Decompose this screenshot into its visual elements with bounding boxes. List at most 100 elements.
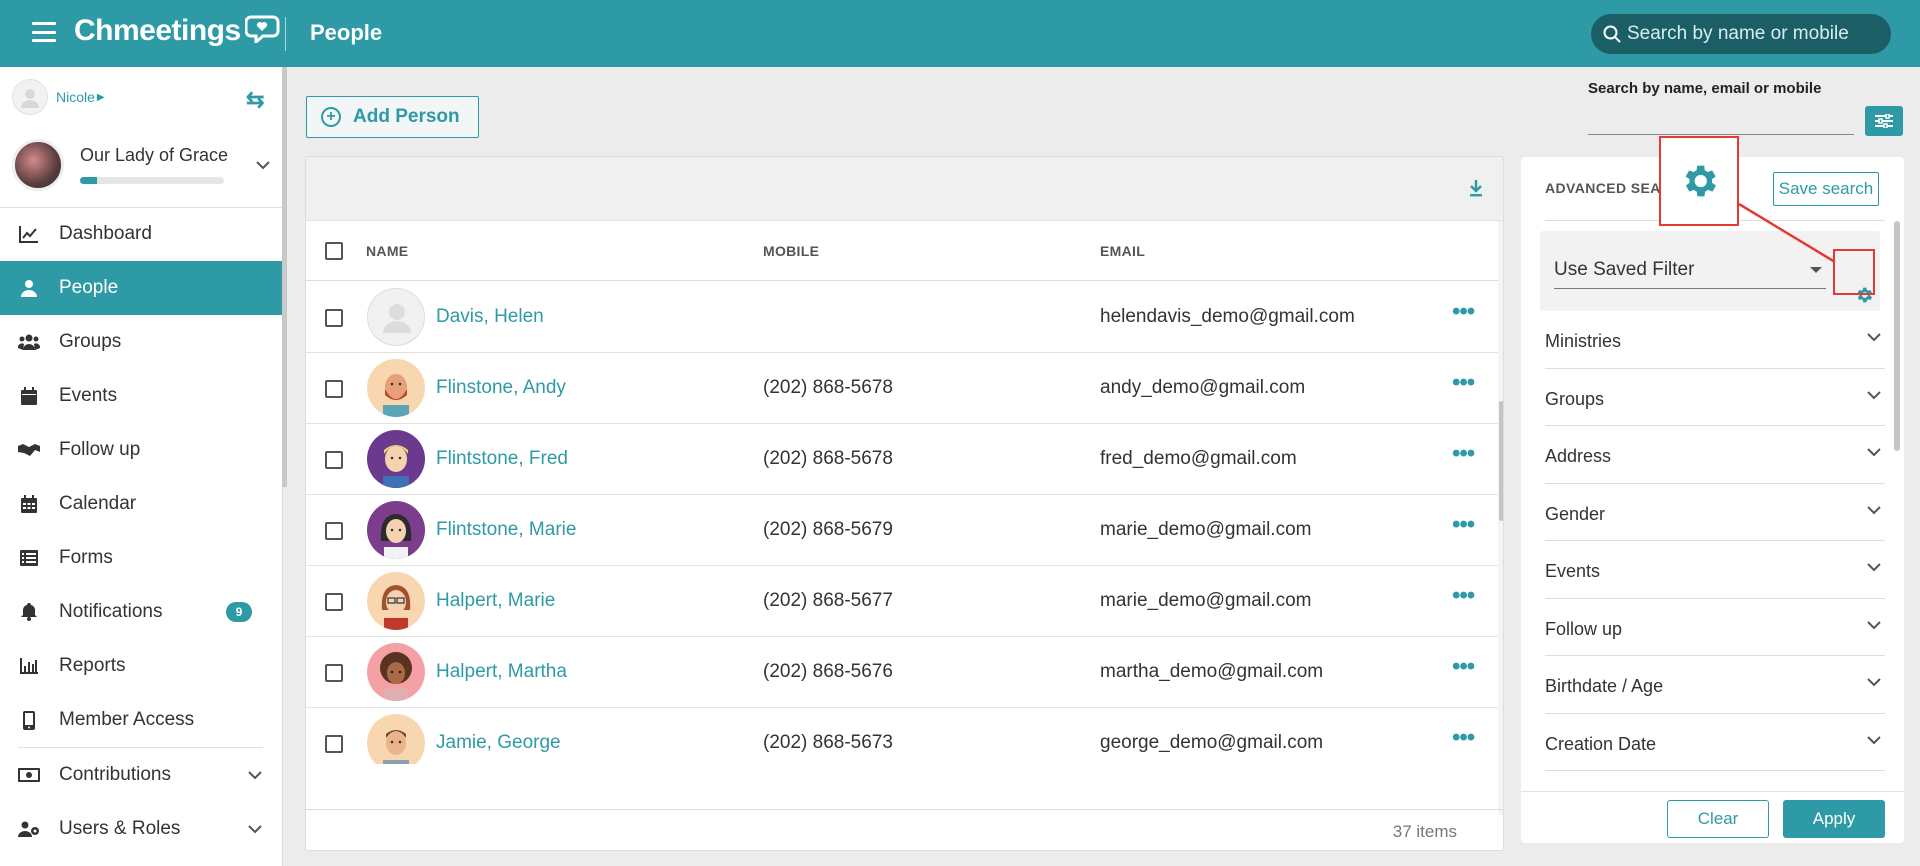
- filter-label: Birthdate / Age: [1545, 676, 1664, 696]
- person-name-link[interactable]: Halpert, Marie: [436, 590, 555, 612]
- filter-groups[interactable]: Groups: [1545, 369, 1885, 426]
- saved-filter-box: Use Saved Filter: [1540, 231, 1880, 311]
- sidebar-item-member-access[interactable]: Member Access: [0, 693, 283, 747]
- row-checkbox[interactable]: [325, 380, 343, 398]
- add-person-button[interactable]: + Add Person: [306, 96, 479, 138]
- filter-address[interactable]: Address: [1545, 426, 1885, 484]
- filter-follow-up[interactable]: Follow up: [1545, 599, 1885, 656]
- table-row[interactable]: Flintstone, Fred (202) 868-5678 fred_dem…: [306, 424, 1498, 495]
- sidebar-item-label: Calendar: [59, 493, 137, 514]
- sidebar-item-forms[interactable]: Forms: [0, 531, 283, 585]
- row-checkbox[interactable]: [325, 451, 343, 469]
- table-row[interactable]: Flintstone, Marie (202) 868-5679 marie_d…: [306, 495, 1498, 566]
- top-search-box[interactable]: [1591, 14, 1891, 54]
- user-menu[interactable]: Nicole ▶: [12, 79, 105, 115]
- table-row[interactable]: Jamie, George (202) 868-5673 george_demo…: [306, 708, 1498, 764]
- person-name-link[interactable]: Halpert, Martha: [436, 661, 567, 683]
- row-checkbox[interactable]: [325, 664, 343, 682]
- table-scrollbar[interactable]: [1498, 221, 1503, 815]
- app-logo[interactable]: Chmeetings: [74, 14, 281, 48]
- hamburger-menu-icon[interactable]: [32, 22, 56, 42]
- switch-icon[interactable]: ⇆: [246, 87, 264, 113]
- chevron-down-icon: [1867, 678, 1881, 687]
- person-email: marie_demo@gmail.com: [1100, 590, 1312, 611]
- sidebar-item-users-roles[interactable]: Users & Roles: [0, 802, 283, 856]
- more-options-icon[interactable]: •••: [1452, 369, 1475, 397]
- table-row[interactable]: Halpert, Marie (202) 868-5677 marie_demo…: [306, 566, 1498, 637]
- mobile-icon: [18, 709, 40, 731]
- person-name-link[interactable]: Jamie, George: [436, 732, 561, 754]
- more-options-icon[interactable]: •••: [1452, 582, 1475, 610]
- filter-settings-button[interactable]: [1865, 106, 1903, 136]
- table-footer: 37 items: [306, 809, 1503, 850]
- row-checkbox[interactable]: [325, 309, 343, 327]
- sidebar-scrollbar[interactable]: [282, 67, 287, 487]
- chevron-down-icon: [1867, 448, 1881, 457]
- person-email: helendavis_demo@gmail.com: [1100, 306, 1355, 327]
- advanced-search-title: ADVANCED SEA: [1545, 180, 1661, 196]
- chart-line-icon: [18, 223, 40, 245]
- org-progress-fill: [80, 177, 98, 184]
- money-icon: [18, 764, 40, 786]
- more-options-icon[interactable]: •••: [1452, 653, 1475, 681]
- sidebar-item-label: Groups: [59, 331, 122, 352]
- topbar-divider: [285, 17, 286, 51]
- organization-selector[interactable]: Our Lady of Grace: [12, 139, 277, 199]
- person-name-link[interactable]: Flinstone, Andy: [436, 377, 566, 399]
- person-email: marie_demo@gmail.com: [1100, 519, 1312, 540]
- sidebar-item-contributions[interactable]: Contributions: [0, 748, 283, 802]
- apply-button[interactable]: Apply: [1783, 800, 1885, 838]
- download-icon[interactable]: [1469, 179, 1483, 197]
- chevron-down-icon[interactable]: [256, 153, 270, 176]
- sidebar-item-follow-up[interactable]: Follow up: [0, 423, 283, 477]
- person-name-link[interactable]: Flintstone, Marie: [436, 519, 576, 541]
- filter-ministries[interactable]: Ministries: [1545, 311, 1885, 369]
- column-header-mobile[interactable]: MOBILE: [763, 243, 819, 259]
- filter-events[interactable]: Events: [1545, 541, 1885, 599]
- table-row[interactable]: Flinstone, Andy (202) 868-5678 andy_demo…: [306, 353, 1498, 424]
- sidebar-item-people[interactable]: People: [0, 261, 283, 315]
- column-header-email[interactable]: EMAIL: [1100, 243, 1145, 259]
- more-options-icon[interactable]: •••: [1452, 511, 1475, 539]
- filter-creation-date[interactable]: Creation Date: [1545, 714, 1885, 771]
- row-checkbox[interactable]: [325, 522, 343, 540]
- person-name-link[interactable]: Flintstone, Fred: [436, 448, 568, 470]
- sidebar-item-label: Follow up: [59, 439, 141, 460]
- person-name-link[interactable]: Davis, Helen: [436, 306, 544, 328]
- select-all-checkbox[interactable]: [325, 242, 343, 260]
- top-search-input[interactable]: [1627, 23, 1877, 45]
- filter-label: Events: [1545, 561, 1601, 581]
- table-row[interactable]: Davis, Helen helendavis_demo@gmail.com •…: [306, 282, 1498, 353]
- saved-filter-dropdown[interactable]: Use Saved Filter: [1554, 257, 1826, 289]
- sidebar-item-calendar[interactable]: Calendar: [0, 477, 283, 531]
- sidebar-item-reports[interactable]: Reports: [0, 639, 283, 693]
- org-name: Our Lady of Grace: [80, 145, 229, 165]
- row-checkbox[interactable]: [325, 593, 343, 611]
- avatar: [367, 501, 425, 559]
- more-options-icon[interactable]: •••: [1452, 440, 1475, 468]
- filter-birthdate-age[interactable]: Birthdate / Age: [1545, 656, 1885, 714]
- sidebar-item-events[interactable]: Events: [0, 369, 283, 423]
- search-field-input[interactable]: [1588, 134, 1854, 135]
- more-options-icon[interactable]: •••: [1452, 724, 1475, 752]
- column-header-name[interactable]: NAME: [366, 243, 408, 259]
- calendar-grid-icon: [18, 493, 40, 515]
- more-options-icon[interactable]: •••: [1452, 298, 1475, 326]
- users-icon: [18, 331, 40, 353]
- sidebar-item-dashboard[interactable]: Dashboard: [0, 207, 283, 261]
- chevron-down-icon: [1867, 735, 1881, 744]
- table-scrollbar-thumb[interactable]: [1499, 401, 1503, 521]
- panel-scrollbar[interactable]: [1894, 221, 1900, 451]
- sidebar-item-groups[interactable]: Groups: [0, 315, 283, 369]
- sidebar-nav: Dashboard People Groups Events Follow up…: [0, 207, 283, 856]
- filter-gender[interactable]: Gender: [1545, 484, 1885, 541]
- list-icon: [18, 547, 40, 569]
- save-search-button[interactable]: Save search: [1773, 172, 1879, 206]
- table-row[interactable]: Halpert, Martha (202) 868-5676 martha_de…: [306, 637, 1498, 708]
- sidebar-item-notifications[interactable]: Notifications 9: [0, 585, 283, 639]
- notifications-badge: 9: [226, 602, 252, 622]
- bar-chart-icon: [18, 655, 40, 677]
- row-checkbox[interactable]: [325, 735, 343, 753]
- highlight-box: [1833, 249, 1875, 295]
- clear-button[interactable]: Clear: [1667, 800, 1769, 838]
